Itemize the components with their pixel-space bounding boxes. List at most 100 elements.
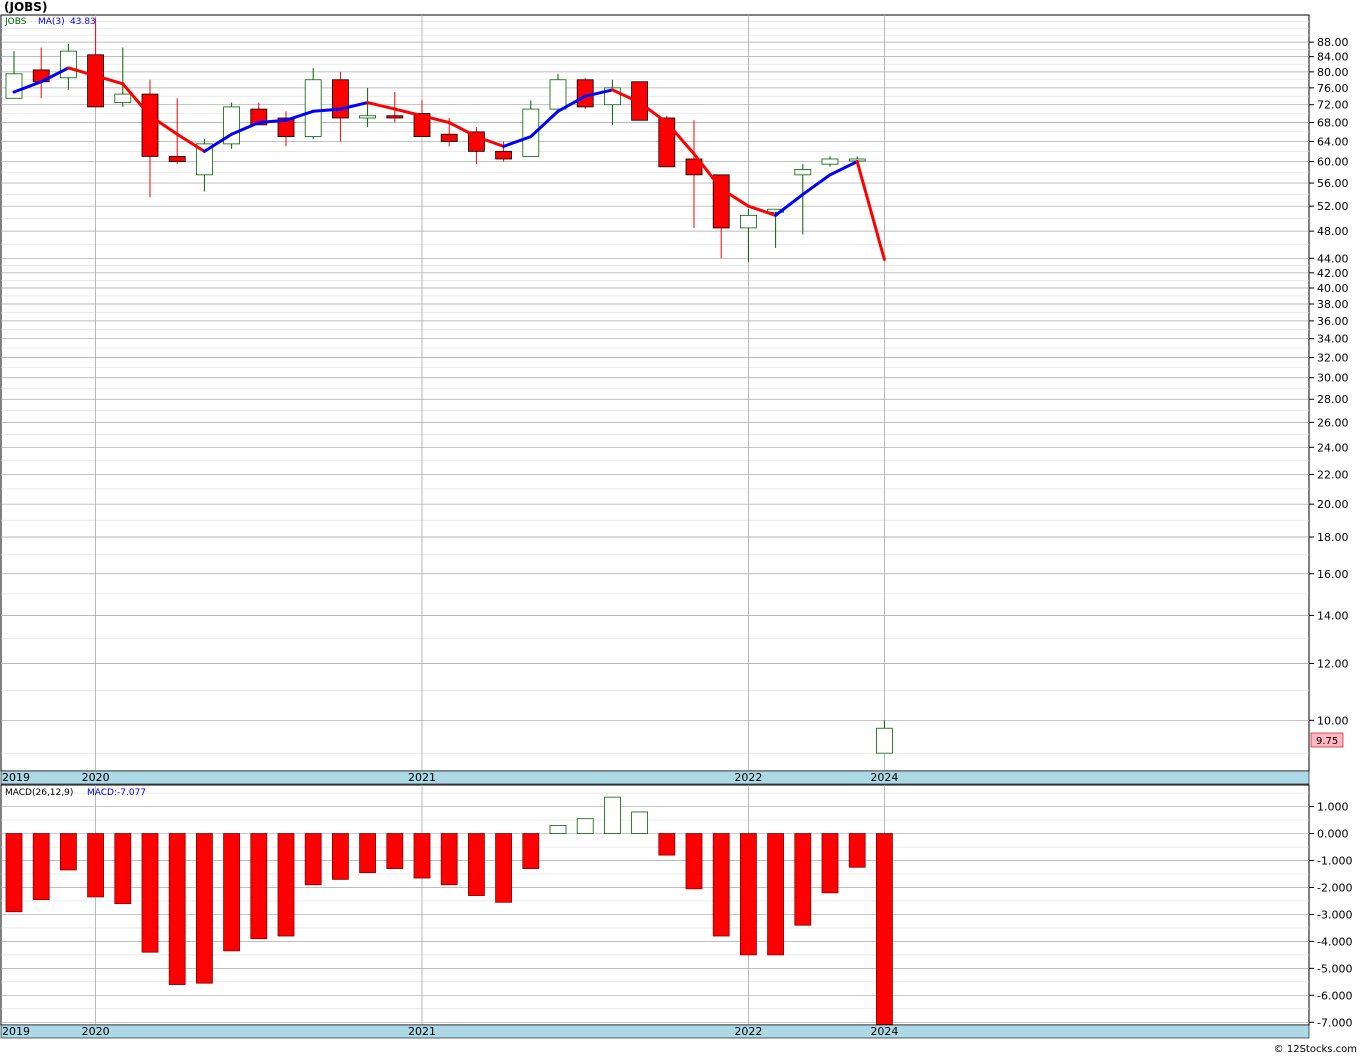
price-y-tick-label: 88.00: [1317, 36, 1349, 49]
macd-bar-negative: [195, 833, 213, 984]
price-y-tick-label: 56.00: [1317, 177, 1349, 190]
price-y-tick-label: 18.00: [1317, 531, 1349, 544]
macd-bar-negative: [794, 833, 812, 926]
macd-legend-name: MACD(26,12,9): [5, 788, 73, 798]
price-y-tick-label: 24.00: [1317, 441, 1349, 454]
macd-bar-negative: [277, 833, 295, 937]
macd-x-axis: 2019 2020 2021 2022 2024: [0, 1024, 1310, 1039]
macd-bar-negative: [848, 833, 866, 868]
macd-bar-negative: [141, 833, 159, 953]
candle-up: [794, 169, 812, 176]
price-y-tick-label: 12.00: [1317, 657, 1349, 670]
macd-bar-positive: [576, 818, 594, 834]
price-y-tick-label: 22.00: [1317, 468, 1349, 481]
x-axis-year-label: 2022: [734, 771, 762, 784]
x-axis-year-label: 2020: [82, 771, 110, 784]
price-y-axis: 10.00 12.00 14.00 16.00 18.00 20.00 22.00 24.00…: [1309, 36, 1349, 727]
macd-bar-negative: [821, 833, 839, 894]
price-y-tick-label: 40.00: [1317, 282, 1349, 295]
price-y-tick-label: 20.00: [1317, 498, 1349, 511]
macd-bar-negative: [304, 833, 322, 886]
macd-bar-positive: [549, 825, 567, 834]
candle-up: [740, 214, 757, 229]
macd-bar-negative: [658, 833, 676, 856]
price-y-tick-label: 48.00: [1317, 225, 1349, 238]
candle-down: [658, 117, 676, 168]
candle-up: [5, 73, 23, 99]
price-y-tick-label: 84.00: [1317, 51, 1349, 64]
candle-down: [495, 150, 513, 160]
macd-bar-negative: [60, 833, 77, 871]
price-y-tick-label: 14.00: [1317, 609, 1349, 622]
macd-bar-negative: [467, 833, 485, 896]
macd-bar-negative: [32, 833, 50, 901]
macd-y-tick-label: 1.000: [1317, 801, 1349, 814]
price-x-axis-band: [0, 770, 1310, 785]
candle-up: [114, 93, 132, 103]
macd-bar-negative: [223, 833, 241, 952]
last-price-value: 9.75: [1316, 736, 1338, 747]
x-axis-year-label: 2024: [870, 771, 898, 784]
price-y-tick-label: 68.00: [1317, 117, 1349, 130]
macd-bar-negative: [712, 833, 730, 937]
legend-ma-label: MA(3): [38, 17, 65, 27]
x-axis-year-label: 2021: [408, 1025, 436, 1038]
price-y-tick-label: 42.00: [1317, 267, 1349, 280]
price-y-tick-label: 30.00: [1317, 372, 1349, 385]
price-y-tick-label: 32.00: [1317, 352, 1349, 365]
macd-bar-negative: [359, 833, 377, 874]
macd-bar-negative: [495, 833, 513, 903]
candle-up: [549, 79, 567, 110]
candle-down: [87, 54, 104, 108]
macd-bar-negative: [168, 833, 186, 985]
macd-bar-negative: [386, 833, 404, 869]
candle-down: [440, 133, 458, 142]
price-y-tick-label: 80.00: [1317, 66, 1349, 79]
price-y-tick-label: 10.00: [1317, 714, 1349, 727]
macd-bar-positive: [604, 796, 621, 834]
x-axis-year-label: 2024: [870, 1025, 898, 1038]
candle-up: [304, 79, 322, 138]
x-axis-year-label: 2019: [2, 1025, 30, 1038]
candle-down: [386, 115, 404, 119]
x-axis-year-label: 2019: [2, 771, 30, 784]
copyright-text: © 12Stocks.com: [1274, 1044, 1357, 1055]
legend-ma-value: 43.83: [70, 17, 96, 27]
price-y-tick-label: 16.00: [1317, 568, 1349, 581]
price-panel-frame: [0, 14, 1310, 772]
candle-up: [359, 115, 377, 119]
x-axis-year-label: 2020: [82, 1025, 110, 1038]
macd-bar-negative: [114, 833, 132, 905]
candle-down: [576, 79, 594, 108]
candle-down: [141, 93, 159, 157]
macd-bar-negative: [767, 833, 784, 956]
macd-y-tick-label: -2.000: [1317, 881, 1352, 894]
price-y-tick-label: 52.00: [1317, 200, 1349, 213]
macd-bar-negative: [685, 833, 703, 890]
stock-chart: (JOBS) 10.00 12.00 14.00 16.00 18.00 20.00 22.…: [0, 0, 1357, 1055]
price-x-axis: 2019 2020 2021 2022 2024: [0, 770, 1310, 785]
macd-bar-positive: [631, 811, 648, 834]
candle-down: [331, 79, 349, 119]
macd-x-axis-band: [0, 1024, 1310, 1039]
x-axis-year-label: 2021: [408, 771, 436, 784]
price-y-tick-label: 76.00: [1317, 82, 1349, 95]
macd-y-tick-label: -7.000: [1317, 1016, 1352, 1029]
price-y-tick-label: 26.00: [1317, 416, 1349, 429]
macd-bar-negative: [413, 833, 431, 879]
price-legend: JOBS MA(3) 43.83: [4, 17, 96, 27]
candle-down: [168, 156, 186, 162]
price-y-tick-label: 64.00: [1317, 135, 1349, 148]
price-panel: 10.00 12.00 14.00 16.00 18.00 20.00 22.00 24.00…: [0, 14, 1349, 772]
price-y-tick-label: 34.00: [1317, 333, 1349, 346]
macd-y-tick-label: -1.000: [1317, 855, 1352, 868]
macd-y-tick-label: -3.000: [1317, 908, 1352, 921]
macd-bar-negative: [440, 833, 458, 886]
chart-title: (JOBS): [4, 0, 47, 14]
candle-up: [821, 158, 839, 165]
macd-y-tick-label: -6.000: [1317, 989, 1352, 1002]
price-y-tick-label: 38.00: [1317, 298, 1349, 311]
last-price-badge: 9.75: [1310, 732, 1344, 748]
macd-legend-value: MACD:-7.077: [87, 788, 146, 798]
legend-symbol: JOBS: [4, 17, 27, 27]
